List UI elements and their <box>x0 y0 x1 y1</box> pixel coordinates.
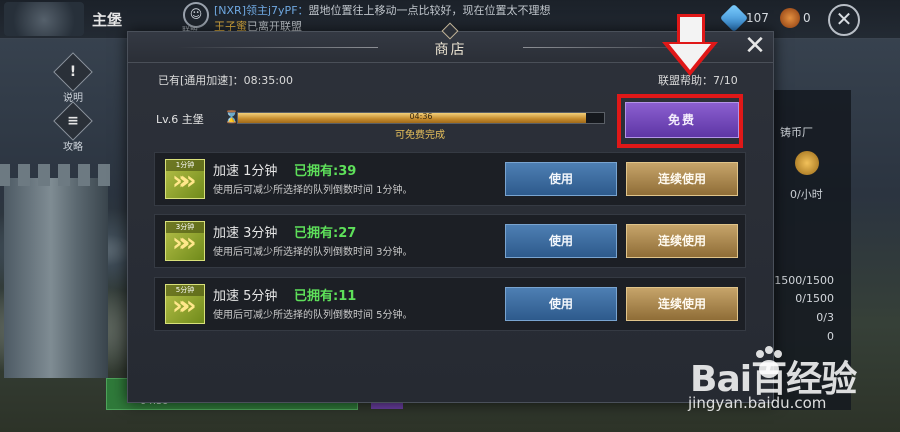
item-owned: 已拥有:11 <box>294 289 357 304</box>
progress-time: 04:36 <box>409 112 433 121</box>
item-owned: 已拥有:39 <box>294 164 357 179</box>
mint-value-1: 1500/1500 <box>774 274 834 287</box>
book-icon: ≡ <box>53 101 93 141</box>
annotation-arrow-inner <box>669 44 711 70</box>
mint-rate: 0/小时 <box>790 188 823 201</box>
speedup-icon: 1分钟 »» <box>165 159 205 199</box>
top-close-icon[interactable]: ✕ <box>828 4 860 36</box>
chat-line-1[interactable]: [NXR]领主j7yPF：盟地位置往上移动一点比较好，现在位置太不理想 <box>214 2 551 18</box>
annotation-highlight-box <box>617 94 743 148</box>
chevron-icon: »» <box>172 291 196 321</box>
item-name: 加速 3分钟 <box>213 226 278 241</box>
building-label: Lv.6 主堡 <box>156 113 204 126</box>
exclamation-icon: ! <box>53 52 93 92</box>
mint-value-2: 0/1500 <box>795 292 834 305</box>
chevron-icon: »» <box>172 166 196 196</box>
free-complete-text: 可免费完成 <box>395 130 445 141</box>
food-icon <box>780 8 800 28</box>
dialog-close-icon[interactable]: ✕ <box>743 33 767 59</box>
item-desc: 使用后可减少所选择的队列倒数时间 1分钟。 <box>213 185 413 196</box>
build-progress-bar: 04:36 <box>237 112 605 124</box>
use-multiple-button[interactable]: 连续使用 <box>626 162 738 196</box>
gem-count: 107 <box>746 11 769 25</box>
annotation-arrow-shaft <box>677 14 705 45</box>
speedup-item-row: 3分钟 »» 加速 3分钟 已拥有:27 使用后可减少所选择的队列倒数时间 3分… <box>154 214 746 268</box>
item-name: 加速 5分钟 <box>213 289 278 304</box>
chat-sender: [NXR]领主j7yPF： <box>214 4 309 17</box>
owned-speedup: 已有[通用加速]：08:35:00 <box>158 74 293 87</box>
watermark-url: jingyan.baidu.com <box>688 394 827 412</box>
castle-tower <box>0 164 114 378</box>
use-button[interactable]: 使用 <box>505 224 617 258</box>
speedup-item-row: 1分钟 »» 加速 1分钟 已拥有:39 使用后可减少所选择的队列倒数时间 1分… <box>154 152 746 206</box>
mint-value-3: 0/3 <box>816 311 834 324</box>
location-title: 主堡 <box>92 11 123 29</box>
help-button[interactable]: ! 说明 <box>53 52 93 104</box>
food-count: 0 <box>803 11 811 25</box>
chat-message: 盟地位置往上移动一点比较好，现在位置太不理想 <box>308 4 551 17</box>
mint-value-4: 0 <box>827 330 834 343</box>
guide-label: 攻略 <box>63 142 83 153</box>
castle-thumbnail[interactable] <box>4 2 84 36</box>
hourglass-icon: ⌛ <box>224 110 239 124</box>
speedup-icon: 3分钟 »» <box>165 221 205 261</box>
chevron-icon: »» <box>172 228 196 258</box>
shop-dialog: 商店 ✕ 已有[通用加速]：08:35:00 联盟帮助：7/10 Lv.6 主堡… <box>127 22 774 403</box>
use-multiple-button[interactable]: 连续使用 <box>626 287 738 321</box>
speedup-icon: 5分钟 »» <box>165 284 205 324</box>
use-multiple-button[interactable]: 连续使用 <box>626 224 738 258</box>
speedup-item-row: 5分钟 »» 加速 5分钟 已拥有:11 使用后可减少所选择的队列倒数时间 5分… <box>154 277 746 331</box>
guide-button[interactable]: ≡ 攻略 <box>53 101 93 153</box>
use-button[interactable]: 使用 <box>505 287 617 321</box>
item-name: 加速 1分钟 <box>213 164 278 179</box>
use-button[interactable]: 使用 <box>505 162 617 196</box>
item-desc: 使用后可减少所选择的队列倒数时间 5分钟。 <box>213 310 413 321</box>
item-owned: 已拥有:27 <box>294 226 357 241</box>
coin-icon <box>795 151 819 175</box>
item-desc: 使用后可减少所选择的队列倒数时间 3分钟。 <box>213 247 413 258</box>
mint-title: 铸币厂 <box>780 126 813 139</box>
